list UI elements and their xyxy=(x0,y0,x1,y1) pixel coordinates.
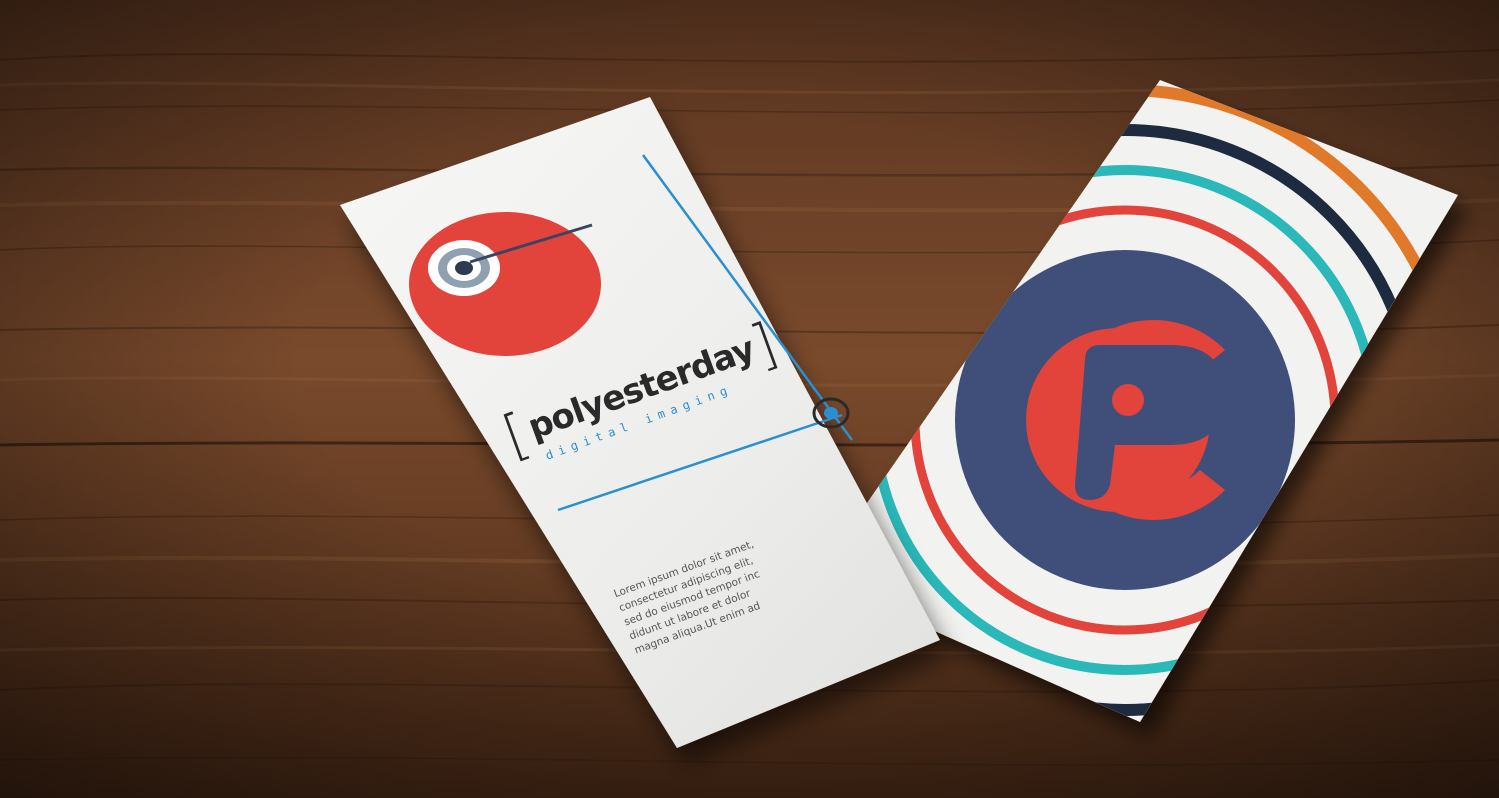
small-target-icon xyxy=(812,397,850,429)
business-card-photo: [ polyesterday ] digital imaging Lorem i… xyxy=(0,0,1499,798)
